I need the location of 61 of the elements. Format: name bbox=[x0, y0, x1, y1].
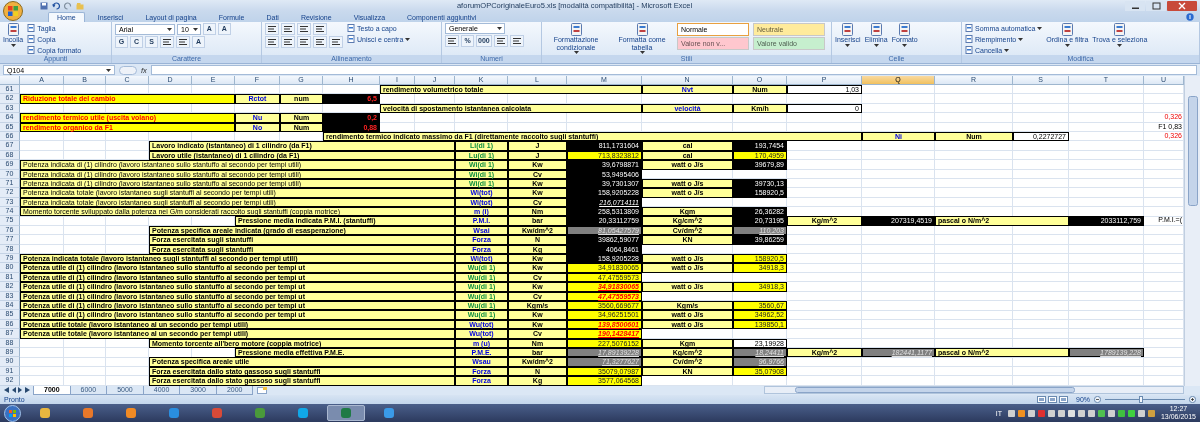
new-sheet-icon[interactable] bbox=[257, 387, 268, 394]
lines-icon[interactable] bbox=[268, 39, 276, 45]
scroll-thumb-icon[interactable] bbox=[1187, 96, 1198, 206]
zoom-in-icon[interactable] bbox=[1189, 396, 1196, 403]
app-icon bbox=[211, 407, 223, 419]
taskbar-button[interactable] bbox=[327, 405, 365, 421]
page-icon bbox=[347, 35, 355, 43]
caret-icon bbox=[106, 68, 111, 72]
app-icon bbox=[340, 407, 352, 419]
page-icon bbox=[841, 23, 855, 36]
caret-icon bbox=[167, 27, 172, 31]
caret-icon bbox=[192, 27, 198, 31]
page-icon bbox=[965, 35, 973, 43]
app-icon bbox=[82, 407, 94, 419]
page-icon bbox=[1113, 23, 1127, 36]
page-layout-icon[interactable] bbox=[1048, 396, 1057, 403]
lines-icon[interactable] bbox=[300, 26, 308, 32]
page-icon bbox=[347, 24, 355, 32]
page-icon bbox=[6, 23, 20, 36]
caret-icon bbox=[497, 27, 502, 30]
app-icon bbox=[297, 407, 309, 419]
zoom-out-icon[interactable] bbox=[1094, 396, 1101, 403]
lines-icon[interactable] bbox=[268, 26, 276, 32]
page-icon bbox=[1060, 23, 1074, 36]
app-icon bbox=[383, 407, 395, 419]
app-icon bbox=[125, 407, 137, 419]
redo-icon[interactable] bbox=[64, 1, 72, 10]
zoom-slider[interactable] bbox=[1105, 396, 1185, 403]
app-icon bbox=[39, 407, 51, 419]
lines-icon[interactable] bbox=[496, 38, 505, 44]
page-icon bbox=[965, 24, 973, 32]
formula-input[interactable] bbox=[150, 65, 1197, 75]
page-icon bbox=[898, 23, 912, 36]
lines-icon[interactable] bbox=[332, 39, 340, 45]
lines-icon[interactable] bbox=[284, 26, 292, 32]
normal-view-icon[interactable] bbox=[1037, 396, 1046, 403]
page-icon bbox=[27, 35, 36, 43]
app-icon bbox=[168, 407, 180, 419]
save-icon[interactable] bbox=[40, 1, 48, 10]
lines-icon[interactable] bbox=[316, 26, 324, 32]
slider-thumb[interactable] bbox=[1139, 396, 1143, 403]
scroll-thumb-icon[interactable] bbox=[795, 387, 1075, 393]
lines-icon[interactable] bbox=[316, 39, 324, 45]
start-button-icon[interactable] bbox=[4, 404, 21, 422]
page-icon bbox=[869, 23, 883, 36]
lines-icon[interactable] bbox=[512, 38, 521, 44]
lines-icon[interactable] bbox=[300, 39, 308, 45]
page-icon bbox=[569, 23, 583, 36]
lines-icon[interactable] bbox=[179, 39, 187, 45]
page-icon bbox=[635, 23, 649, 36]
undo-icon[interactable] bbox=[52, 1, 60, 10]
close-icon[interactable] bbox=[1167, 0, 1197, 11]
page-icon bbox=[27, 46, 36, 54]
page-icon bbox=[965, 46, 973, 54]
app-icon bbox=[254, 407, 266, 419]
lines-icon[interactable] bbox=[163, 39, 171, 45]
lines-icon[interactable] bbox=[448, 38, 456, 44]
page-break-icon[interactable] bbox=[1059, 396, 1068, 403]
page-icon bbox=[27, 24, 36, 32]
toggle-icon[interactable] bbox=[119, 65, 137, 75]
lines-icon[interactable] bbox=[284, 39, 292, 45]
